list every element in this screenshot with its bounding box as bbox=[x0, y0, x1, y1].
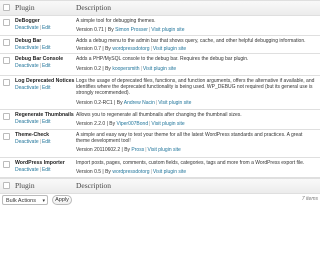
plugin-meta: Version 0.5 | By wordpressdotorg|Visit p… bbox=[76, 169, 187, 175]
deactivate-link[interactable]: Deactivate bbox=[15, 85, 39, 91]
plugin-name: Regenerate Thumbnails bbox=[15, 112, 74, 118]
plugin-site-link[interactable]: Visit plugin site bbox=[148, 147, 181, 153]
plugin-checkbox[interactable] bbox=[3, 19, 10, 26]
plugin-actions: Deactivate|Edit bbox=[15, 85, 51, 91]
plugin-actions: Deactivate|Edit bbox=[15, 139, 51, 145]
bulk-actions-select[interactable]: Bulk Actions ▾ bbox=[2, 195, 48, 205]
column-header-description: Description bbox=[76, 181, 111, 190]
author-link[interactable]: Viper007Bond bbox=[117, 121, 149, 127]
plugin-name: WordPress Importer bbox=[15, 160, 65, 166]
deactivate-link[interactable]: Deactivate bbox=[15, 63, 39, 69]
plugin-description: Logs the usage of deprecated files, func… bbox=[76, 78, 315, 97]
plugin-meta: Version 0.71 | By Simon Prosser|Visit pl… bbox=[76, 27, 185, 33]
edit-link[interactable]: Edit bbox=[42, 119, 51, 125]
plugin-name: Log Deprecated Notices bbox=[15, 78, 75, 84]
plugin-site-link[interactable]: Visit plugin site bbox=[153, 46, 186, 52]
plugin-row: Regenerate Thumbnails Deactivate|Edit Al… bbox=[0, 110, 320, 130]
author-link[interactable]: Pross bbox=[131, 147, 144, 153]
deactivate-link[interactable]: Deactivate bbox=[15, 119, 39, 125]
plugin-site-link[interactable]: Visit plugin site bbox=[153, 169, 186, 175]
plugin-name: Debug Bar Console bbox=[15, 56, 64, 62]
plugin-site-link[interactable]: Visit plugin site bbox=[151, 27, 184, 33]
plugin-description: Import posts, pages, comments, custom fi… bbox=[76, 160, 305, 166]
select-all-checkbox[interactable] bbox=[3, 182, 10, 189]
author-link[interactable]: Andrew Nacin bbox=[124, 100, 155, 106]
plugin-name: Debug Bar bbox=[15, 38, 42, 44]
table-header: Plugin Description bbox=[0, 0, 320, 16]
edit-link[interactable]: Edit bbox=[42, 85, 51, 91]
plugin-description: Adds a PHP/MySQL console to the debug ba… bbox=[76, 56, 249, 62]
deactivate-link[interactable]: Deactivate bbox=[15, 25, 39, 31]
plugin-actions: Deactivate|Edit bbox=[15, 167, 51, 173]
plugin-checkbox[interactable] bbox=[3, 161, 10, 168]
plugin-row: Debug Bar Deactivate|Edit Adds a debug m… bbox=[0, 36, 320, 54]
plugin-checkbox[interactable] bbox=[3, 79, 10, 86]
plugin-name: DeBogger bbox=[15, 18, 40, 24]
plugin-checkbox[interactable] bbox=[3, 57, 10, 64]
plugin-description: Adds a debug menu to the admin bar that … bbox=[76, 38, 306, 44]
plugin-name: Theme-Check bbox=[15, 132, 50, 138]
plugin-site-link[interactable]: Visit plugin site bbox=[158, 100, 191, 106]
author-link[interactable]: wordpressdotorg bbox=[112, 169, 149, 175]
author-link[interactable]: Simon Prosser bbox=[115, 27, 148, 33]
edit-link[interactable]: Edit bbox=[42, 63, 51, 69]
plugin-actions: Deactivate|Edit bbox=[15, 25, 51, 31]
plugin-meta: Version 0.2 | By koopersmith|Visit plugi… bbox=[76, 66, 177, 72]
column-header-plugin[interactable]: Plugin bbox=[15, 3, 35, 12]
select-all-checkbox[interactable] bbox=[3, 4, 10, 11]
plugin-row: Theme-Check Deactivate|Edit A simple and… bbox=[0, 130, 320, 158]
column-header-description: Description bbox=[76, 3, 111, 12]
deactivate-link[interactable]: Deactivate bbox=[15, 45, 39, 51]
edit-link[interactable]: Edit bbox=[42, 45, 51, 51]
plugin-row: Debug Bar Console Deactivate|Edit Adds a… bbox=[0, 54, 320, 76]
edit-link[interactable]: Edit bbox=[42, 25, 51, 31]
edit-link[interactable]: Edit bbox=[42, 167, 51, 173]
plugin-actions: Deactivate|Edit bbox=[15, 119, 51, 125]
author-link[interactable]: koopersmith bbox=[112, 66, 139, 72]
table-footer: Plugin Description bbox=[0, 178, 320, 194]
author-link[interactable]: wordpressdotorg bbox=[112, 46, 149, 52]
plugin-meta: Version 0.7 | By wordpressdotorg|Visit p… bbox=[76, 46, 187, 52]
plugin-description: A simple tool for debugging themes. bbox=[76, 18, 156, 24]
plugin-checkbox[interactable] bbox=[3, 113, 10, 120]
chevron-down-icon: ▾ bbox=[42, 198, 45, 204]
plugin-meta: Version 0.2-RC1 | By Andrew Nacin|Visit … bbox=[76, 100, 192, 106]
plugin-meta: Version 20110602.2 | By Pross|Visit plug… bbox=[76, 147, 181, 153]
deactivate-link[interactable]: Deactivate bbox=[15, 167, 39, 173]
plugin-meta: Version 2.2.0 | By Viper007Bond|Visit pl… bbox=[76, 121, 185, 127]
plugin-site-link[interactable]: Visit plugin site bbox=[143, 66, 176, 72]
plugin-row: DeBogger Deactivate|Edit A simple tool f… bbox=[0, 16, 320, 36]
plugin-row: WordPress Importer Deactivate|Edit Impor… bbox=[0, 158, 320, 178]
column-header-plugin[interactable]: Plugin bbox=[15, 181, 35, 190]
plugin-checkbox[interactable] bbox=[3, 39, 10, 46]
item-count: 7 items bbox=[301, 196, 318, 202]
plugin-checkbox[interactable] bbox=[3, 133, 10, 140]
plugin-actions: Deactivate|Edit bbox=[15, 63, 51, 69]
plugin-description: Allows you to regenerate all thumbnails … bbox=[76, 112, 242, 118]
plugin-description: A simple and easy way to test your theme… bbox=[76, 132, 303, 145]
deactivate-link[interactable]: Deactivate bbox=[15, 139, 39, 145]
apply-button[interactable]: Apply bbox=[52, 195, 72, 205]
plugin-actions: Deactivate|Edit bbox=[15, 45, 51, 51]
plugin-row: Log Deprecated Notices Deactivate|Edit L… bbox=[0, 76, 320, 110]
bulk-actions-bar: Bulk Actions ▾ Apply 7 items bbox=[0, 194, 320, 208]
plugin-site-link[interactable]: Visit plugin site bbox=[151, 121, 184, 127]
edit-link[interactable]: Edit bbox=[42, 139, 51, 145]
